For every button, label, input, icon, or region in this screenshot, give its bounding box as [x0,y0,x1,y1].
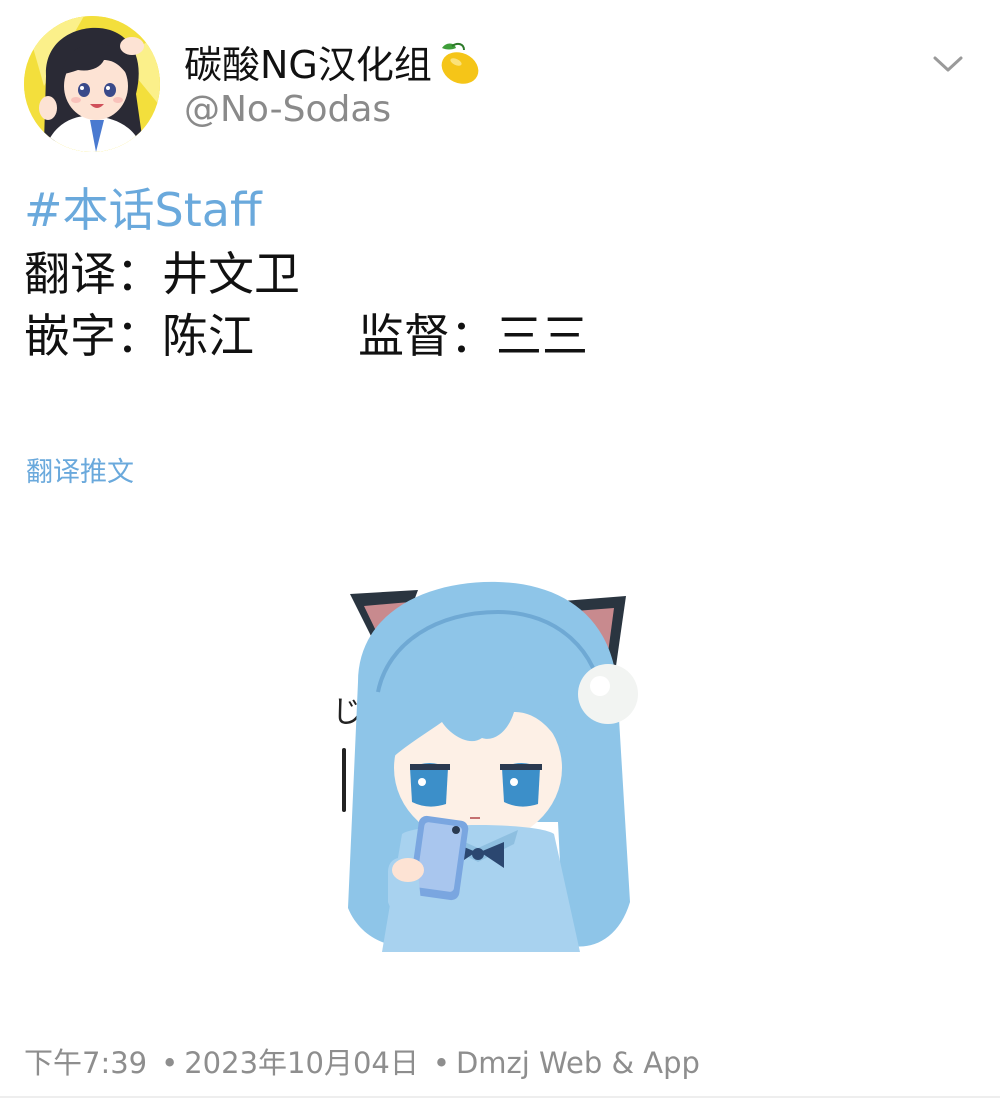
separator-dot: • [161,1046,179,1080]
tweet-time: 下午7:39 [24,1046,148,1080]
credit-line-typeset-supervise: 嵌字：陈江 监督：三三 [24,308,588,364]
translate-tweet-link[interactable]: 翻译推文 [26,456,134,490]
tweet-metadata: 下午7:39 • 2023年10月04日 • Dmzj Web & App [24,1044,700,1082]
separator-dot: • [432,1046,450,1080]
credit-name: 三三 [496,309,588,363]
lemon-icon [441,42,479,84]
user-handle[interactable]: @No-Sodas [184,88,391,132]
display-name-text: 碳酸NG汉化组 [184,43,432,87]
divider [0,1096,1000,1098]
credit-role: 监督： [358,309,496,363]
tweet-card: 碳酸NG汉化组 @No-Sodas #本话Staff 翻译：井文卫 嵌字：陈江 监… [0,0,1000,1100]
chevron-down-icon [933,56,963,72]
more-options-button[interactable] [928,46,968,82]
tweet-source-link[interactable]: Dmzj Web & App [456,1046,700,1080]
display-name[interactable]: 碳酸NG汉化组 [184,40,482,89]
hashtag-link[interactable]: #本话Staff [24,182,262,238]
credit-role: 翻译： [24,247,162,301]
avatar[interactable] [24,16,160,152]
credit-role: 嵌字： [24,309,162,363]
avatar-image [24,16,160,152]
credit-name: 井文卫 [162,247,300,301]
credit-name: 陈江 [162,309,254,363]
chibi-catgirl-sticker: じ [332,581,638,952]
tweet-date: 2023年10月04日 [184,1046,419,1080]
credit-line-translation: 翻译：井文卫 [24,246,300,302]
tweet-image[interactable]: じ [318,572,668,962]
